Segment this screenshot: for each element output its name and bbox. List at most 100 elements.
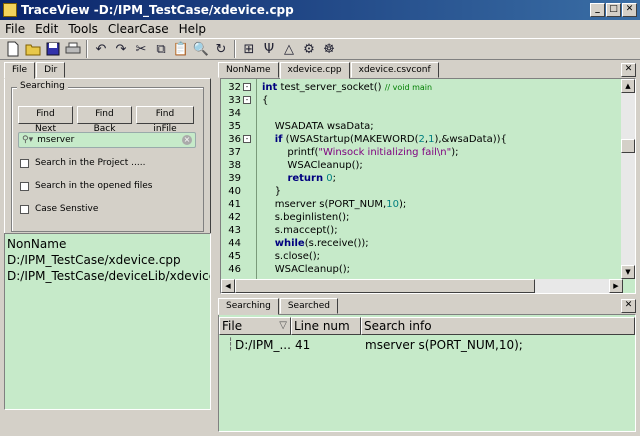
clear-icon[interactable]: × bbox=[182, 135, 192, 145]
list-item[interactable]: NonName bbox=[7, 236, 208, 252]
fold-toggle-icon[interactable]: - bbox=[243, 135, 251, 143]
code-line[interactable]: 43 s.maccept(); bbox=[221, 224, 621, 237]
code-line[interactable]: 37 printf("Winsock initializing fail\n")… bbox=[221, 146, 621, 159]
find-back-button[interactable]: Find Back bbox=[77, 106, 132, 134]
triangle-icon[interactable]: △ bbox=[279, 39, 299, 59]
row-indicator: ┆ bbox=[227, 337, 235, 351]
flow-icon[interactable]: ⚙ bbox=[299, 39, 319, 59]
paste-icon[interactable]: 📋 bbox=[171, 39, 191, 59]
code-line[interactable]: 38 WSACleanup(); bbox=[221, 159, 621, 172]
line-number: 43 bbox=[228, 225, 241, 236]
code-line[interactable]: 34 bbox=[221, 107, 621, 120]
code-text: WSACleanup(); bbox=[262, 160, 363, 171]
line-number: 46 bbox=[228, 264, 241, 275]
horizontal-scrollbar[interactable]: ◀ ▶ bbox=[221, 279, 623, 293]
tab-xdevice-csvconf[interactable]: xdevice.csvconf bbox=[350, 62, 439, 78]
open-folder-icon[interactable] bbox=[23, 39, 43, 59]
code-editor[interactable]: 32- int test_server_socket() // void main… bbox=[220, 78, 636, 294]
find-icon[interactable]: 🔍 bbox=[191, 39, 211, 59]
scroll-thumb[interactable] bbox=[621, 139, 635, 153]
code-line[interactable]: 40 } bbox=[221, 185, 621, 198]
column-header-file[interactable]: File ▽ bbox=[219, 317, 291, 335]
code-line[interactable]: 39 return 0; bbox=[221, 172, 621, 185]
code-line[interactable]: 45 s.close(); bbox=[221, 250, 621, 263]
tower-icon[interactable]: Ψ bbox=[259, 39, 279, 59]
column-header-info[interactable]: Search info bbox=[361, 317, 635, 335]
print-icon[interactable] bbox=[63, 39, 83, 59]
fold-toggle-icon[interactable]: - bbox=[243, 96, 251, 104]
code-text: return 0; bbox=[287, 173, 337, 184]
code-text: s.close(); bbox=[262, 251, 321, 262]
code-text: if (WSAStartup(MAKEWORD(2,1),&wsaData)){ bbox=[274, 134, 507, 145]
line-number: 41 bbox=[228, 199, 241, 210]
refresh-icon[interactable]: ↻ bbox=[211, 39, 231, 59]
scroll-left-icon[interactable]: ◀ bbox=[221, 279, 235, 293]
code-line[interactable]: 44 while(s.receive()); bbox=[221, 237, 621, 250]
results-close-button[interactable]: ✕ bbox=[621, 299, 636, 313]
tab-dir[interactable]: Dir bbox=[36, 62, 66, 78]
code-line[interactable]: 32- int test_server_socket() // void main bbox=[221, 81, 621, 94]
checkbox-label: Search in the opened files bbox=[35, 181, 153, 191]
menu-help[interactable]: Help bbox=[174, 22, 211, 36]
scroll-up-icon[interactable]: ▲ bbox=[621, 79, 635, 93]
tab-searching[interactable]: Searching bbox=[218, 298, 279, 315]
find-next-button[interactable]: Find Next bbox=[18, 106, 73, 134]
tree-icon[interactable]: ⊞ bbox=[239, 39, 259, 59]
scroll-right-icon[interactable]: ▶ bbox=[609, 279, 623, 293]
cut-icon[interactable]: ✂ bbox=[131, 39, 151, 59]
code-text: int test_server_socket() // void main bbox=[262, 82, 433, 93]
menu-bar: File Edit Tools ClearCase Help bbox=[0, 20, 640, 38]
code-line[interactable]: 35 WSADATA wsaData; bbox=[221, 120, 621, 133]
fold-toggle-icon[interactable]: - bbox=[243, 83, 251, 91]
editor-close-button[interactable]: ✕ bbox=[621, 63, 636, 77]
tab-nonname[interactable]: NonName bbox=[218, 62, 279, 78]
case-sensitive-checkbox[interactable]: Case Senstive bbox=[20, 204, 98, 214]
title-bar: TraceView -D:/IPM_TestCase/xdevice.cpp _… bbox=[0, 0, 640, 20]
search-project-checkbox[interactable]: Search in the Project ..... bbox=[20, 158, 145, 168]
row-file: D:/IPM_... bbox=[235, 338, 291, 352]
line-number: 35 bbox=[228, 121, 241, 132]
code-text: while(s.receive()); bbox=[274, 238, 369, 249]
searching-group: Searching Find Next Find Back Find inFil… bbox=[11, 81, 204, 232]
code-text: WSADATA wsaData; bbox=[262, 121, 374, 132]
tab-file[interactable]: File bbox=[4, 62, 36, 79]
tab-searched[interactable]: Searched bbox=[279, 298, 339, 314]
menu-tools[interactable]: Tools bbox=[63, 22, 103, 36]
redo-icon[interactable]: ↷ bbox=[111, 39, 131, 59]
maximize-button[interactable]: □ bbox=[606, 3, 621, 17]
checkbox-box[interactable] bbox=[20, 181, 29, 191]
menu-file[interactable]: File bbox=[0, 22, 30, 36]
menu-clearcase[interactable]: ClearCase bbox=[103, 22, 174, 36]
list-item[interactable]: D:/IPM_TestCase/deviceLib/xdevice.c bbox=[7, 268, 210, 284]
checkbox-label: Case Senstive bbox=[35, 204, 99, 214]
scroll-thumb[interactable] bbox=[235, 279, 535, 293]
code-line[interactable]: 41 mserver s(PORT_NUM,10); bbox=[221, 198, 621, 211]
list-item[interactable]: D:/IPM_TestCase/xdevice.cpp bbox=[7, 252, 208, 268]
search-opened-checkbox[interactable]: Search in the opened files bbox=[20, 181, 152, 191]
code-line[interactable]: 36- if (WSAStartup(MAKEWORD(2,1),&wsaDat… bbox=[221, 133, 621, 146]
column-header-line[interactable]: Line num bbox=[291, 317, 361, 335]
code-line[interactable]: 42 s.beginlisten(); bbox=[221, 211, 621, 224]
menu-edit[interactable]: Edit bbox=[30, 22, 63, 36]
undo-icon[interactable]: ↶ bbox=[91, 39, 111, 59]
search-input[interactable]: ⚲▾ mserver × bbox=[18, 132, 196, 148]
checkbox-box[interactable] bbox=[20, 204, 29, 214]
copy-icon[interactable]: ⧉ bbox=[151, 39, 171, 59]
code-text: } bbox=[262, 186, 282, 197]
tab-xdevice-cpp[interactable]: xdevice.cpp bbox=[279, 62, 350, 79]
new-file-icon[interactable] bbox=[3, 39, 23, 59]
vertical-scrollbar[interactable]: ▲ ▼ bbox=[621, 79, 635, 279]
save-icon[interactable] bbox=[43, 39, 63, 59]
editor-panel: NonName xdevice.cpp xdevice.csvconf ✕ 32… bbox=[216, 62, 636, 294]
scroll-down-icon[interactable]: ▼ bbox=[621, 265, 635, 279]
magnifier-icon: ⚲▾ bbox=[22, 135, 34, 145]
find-infile-button[interactable]: Find inFile bbox=[136, 106, 194, 134]
minimize-button[interactable]: _ bbox=[590, 3, 605, 17]
close-button[interactable]: ✕ bbox=[622, 3, 637, 17]
shell-icon[interactable]: ☸ bbox=[319, 39, 339, 59]
line-number: 38 bbox=[228, 160, 241, 171]
code-line[interactable]: 33- { bbox=[221, 94, 621, 107]
code-line[interactable]: 46 WSACleanup(); bbox=[221, 263, 621, 276]
line-number: 39 bbox=[228, 173, 241, 184]
checkbox-box[interactable] bbox=[20, 158, 29, 168]
